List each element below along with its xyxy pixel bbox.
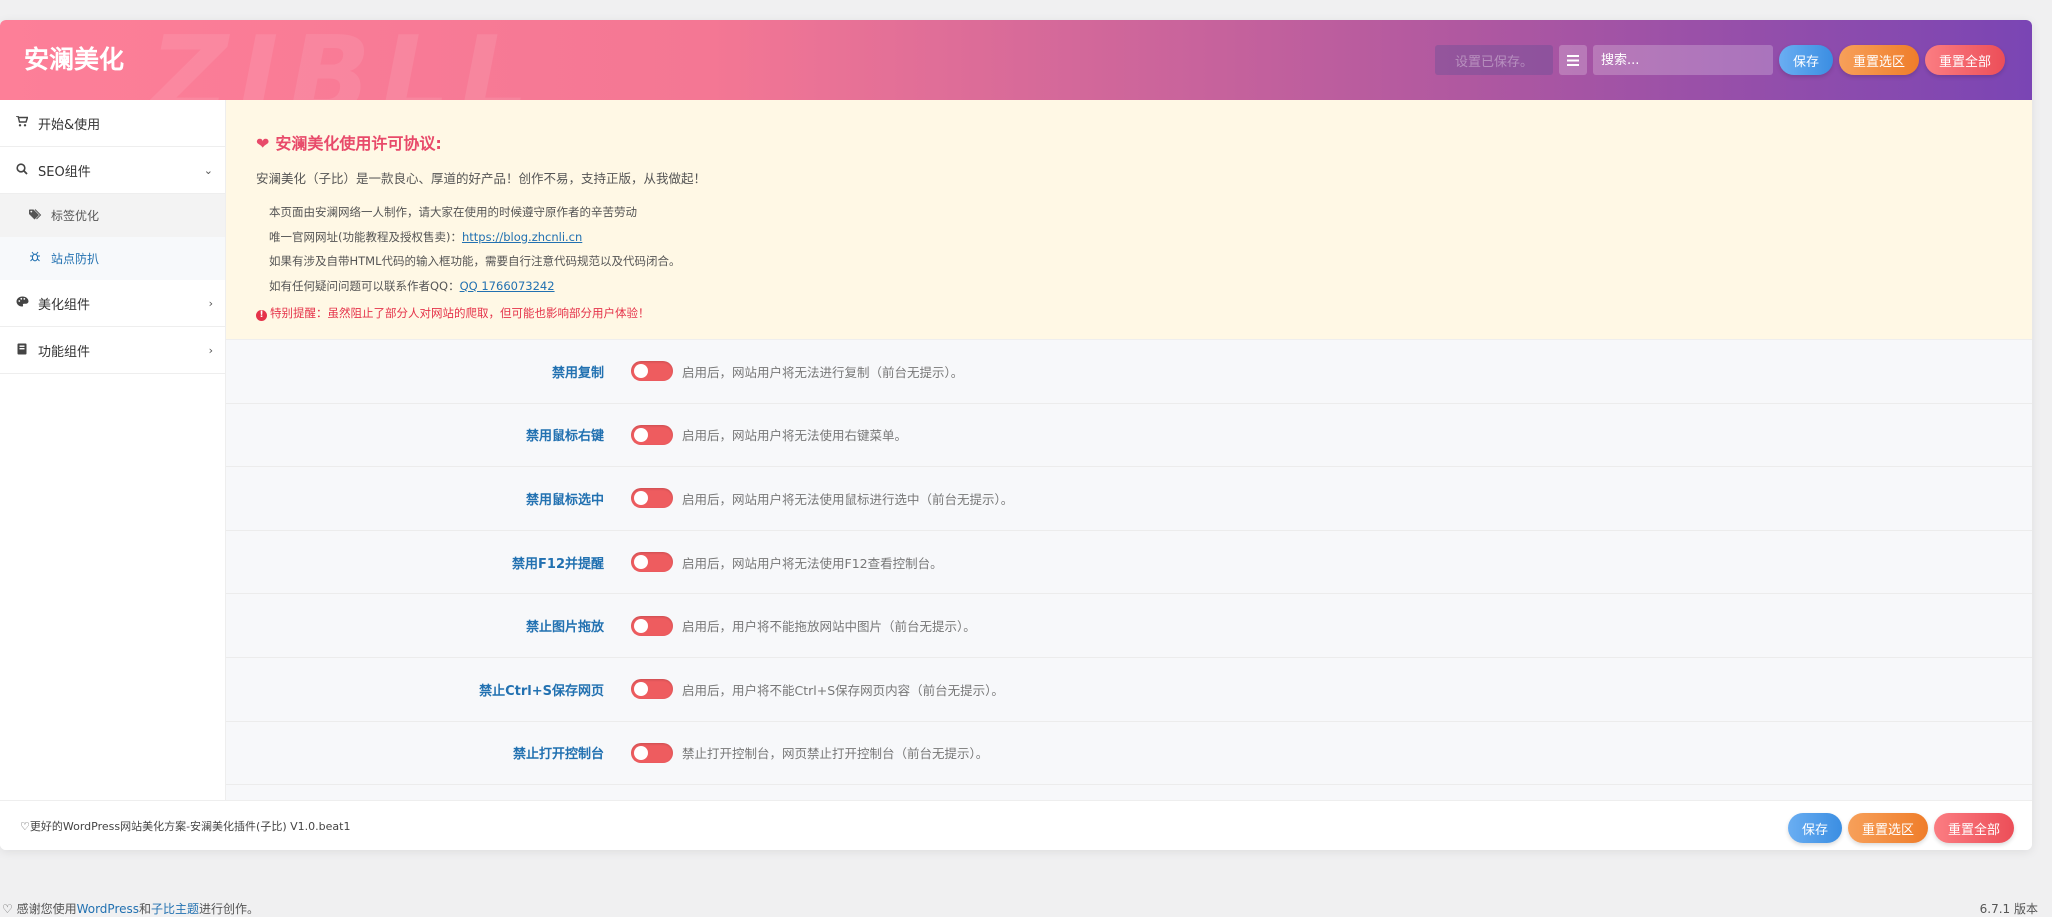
option-row: 禁用复制 启用后，网站用户将无法进行复制（前台无提示）。 <box>226 340 2032 404</box>
saved-notice: 设置已保存。 <box>1434 45 1553 75</box>
chevron-down-icon: ⌄ <box>203 163 213 177</box>
option-label: 禁用复制 <box>551 365 604 381</box>
sidebar-item-label: 站点防扒 <box>51 252 100 266</box>
exclamation-circle-icon: ! <box>256 310 267 321</box>
search-input[interactable] <box>1592 45 1773 75</box>
tags-icon <box>28 208 42 223</box>
panel-footer: ♡更好的WordPress网站美化方案-安澜美化插件(子比) V1.0.beat… <box>0 800 2032 850</box>
option-label: 禁止图片拖放 <box>525 620 604 636</box>
option-row: 禁止Ctrl+S保存网页 启用后，用户将不能Ctrl+S保存网页内容（前台无提示… <box>226 658 2032 722</box>
sidebar-item-start[interactable]: 开始&使用 <box>0 100 225 147</box>
notice-warning: ! 特别提醒：虽然阻止了部分人对网站的爬取，但可能也影响部分用户体验！ <box>256 305 650 321</box>
option-desc: 禁止打开控制台，网页禁止打开控制台（前台无提示）。 <box>682 746 989 762</box>
wp-version: 6.7.1 版本 <box>1979 902 2038 916</box>
option-row: 禁止打开控制台 禁止打开控制台，网页禁止打开控制台（前台无提示）。 <box>226 722 2032 786</box>
option-label: 禁止打开控制台 <box>512 747 604 763</box>
sidebar-item-anti-scrape[interactable]: 站点防扒 <box>0 237 225 280</box>
option-toggle[interactable] <box>631 615 673 636</box>
option-row: 禁用F12并提醒 启用后，网站用户将无法使用F12查看控制台。 <box>226 531 2032 595</box>
header-bar: ZIBLL 安澜美化 设置已保存。 保存 重置选区 重置全部 <box>0 20 2032 139</box>
author-qq-link[interactable]: QQ 1766073242 <box>460 279 555 293</box>
spider-icon <box>28 251 42 266</box>
reset-all-button[interactable]: 重置全部 <box>1924 45 2005 75</box>
notice-lead: 安澜美化（子比）是一款良心、厚道的好产品！创作不易，支持正版，从我做起！ <box>256 171 707 186</box>
option-row: 禁用鼠标右键 启用后，网站用户将无法使用右键菜单。 <box>226 404 2032 468</box>
sidebar-item-beautify[interactable]: 美化组件 › <box>0 280 225 327</box>
notice-lines: 本页面由安澜网络一人制作，请大家在使用的时候遵守原作者的辛苦劳动 唯一官网网址(… <box>269 200 681 298</box>
notice-line: 如果有涉及自带HTML代码的输入框功能，需要自行注意代码规范以及代码闭合。 <box>269 254 681 268</box>
chevron-right-icon: › <box>208 343 213 357</box>
sidebar-item-label: SEO组件 <box>38 164 91 180</box>
option-desc: 启用后，网站用户将无法使用鼠标进行选中（前台无提示）。 <box>682 491 1014 507</box>
option-label: 禁止Ctrl+S保存网页 <box>479 683 604 699</box>
sidebar-item-label: 功能组件 <box>38 344 91 360</box>
palette-icon <box>15 296 29 310</box>
sidebar-item-seo[interactable]: SEO组件 ⌄ <box>0 147 225 194</box>
option-desc: 启用后，用户将不能拖放网站中图片（前台无提示）。 <box>682 619 976 635</box>
list-icon <box>1566 54 1579 66</box>
sidebar-item-label: 开始&使用 <box>38 117 101 133</box>
option-label: 禁用鼠标选中 <box>525 492 604 508</box>
notice-line: 唯一官网网址(功能教程及授权售卖)：https://blog.zhcnli.cn <box>269 229 583 244</box>
heart-icon: ❤ <box>256 134 270 153</box>
wp-footer-credit: ♡ 感谢您使用WordPress和子比主题进行创作。 <box>2 902 260 916</box>
option-toggle[interactable] <box>631 361 673 382</box>
sidebar-item-tag-optimize[interactable]: 标签优化 <box>0 194 225 237</box>
footer-credit: ♡更好的WordPress网站美化方案-安澜美化插件(子比) V1.0.beat… <box>20 820 351 833</box>
theme-link[interactable]: 子比主题 <box>151 902 199 916</box>
cart-icon <box>15 115 29 130</box>
license-notice: ❤ 安澜美化使用许可协议: 安澜美化（子比）是一款良心、厚道的好产品！创作不易，支… <box>226 100 2032 340</box>
settings-panel: ZIBLL 安澜美化 设置已保存。 保存 重置选区 重置全部 开始&使用 <box>0 20 2032 850</box>
option-toggle[interactable] <box>631 552 673 573</box>
footer-buttons: 保存 重置选区 重置全部 <box>1787 813 2014 843</box>
main-content: ❤ 安澜美化使用许可协议: 安澜美化（子比）是一款良心、厚道的好产品！创作不易，支… <box>226 100 2032 800</box>
footer-save-button[interactable]: 保存 <box>1787 813 1842 843</box>
header-tools: 设置已保存。 保存 重置选区 重置全部 <box>1434 44 2005 76</box>
option-toggle[interactable] <box>631 424 673 445</box>
brand-title: 安澜美化 <box>24 45 125 74</box>
option-desc: 启用后，网站用户将无法使用右键菜单。 <box>682 428 908 444</box>
footer-reset-section-button[interactable]: 重置选区 <box>1847 813 1928 843</box>
chevron-right-icon: › <box>208 296 213 310</box>
option-toggle[interactable] <box>631 742 673 763</box>
option-toggle[interactable] <box>631 679 673 700</box>
search-icon <box>15 162 29 178</box>
sidebar: 开始&使用 SEO组件 ⌄ 标签优化 站点防扒 美化组件 › 功能组件 › <box>0 100 226 800</box>
save-button[interactable]: 保存 <box>1778 45 1833 75</box>
book-icon <box>15 343 29 358</box>
sidebar-item-label: 标签优化 <box>51 209 100 223</box>
option-desc: 启用后，网站用户将无法进行复制（前台无提示）。 <box>682 364 964 380</box>
official-site-link[interactable]: https://blog.zhcnli.cn <box>462 230 582 244</box>
expand-all-button[interactable] <box>1558 45 1587 75</box>
footer-reset-all-button[interactable]: 重置全部 <box>1933 813 2014 843</box>
option-desc: 启用后，用户将不能Ctrl+S保存网页内容（前台无提示）。 <box>682 682 1004 698</box>
sidebar-item-label: 美化组件 <box>38 297 91 313</box>
notice-title: ❤ 安澜美化使用许可协议: <box>256 134 442 153</box>
option-desc: 启用后，网站用户将无法使用F12查看控制台。 <box>682 555 943 571</box>
notice-line: 如有任何疑问问题可以联系作者QQ：QQ 1766073242 <box>269 278 555 293</box>
option-row: 禁止图片拖放 启用后，用户将不能拖放网站中图片（前台无提示）。 <box>226 594 2032 658</box>
sidebar-item-function[interactable]: 功能组件 › <box>0 327 225 374</box>
notice-line: 本页面由安澜网络一人制作，请大家在使用的时候遵守原作者的辛苦劳动 <box>269 205 637 219</box>
options-list: 禁用复制 启用后，网站用户将无法进行复制（前台无提示）。 禁用鼠标右键 启用后，… <box>226 340 2032 786</box>
option-row: 禁用鼠标选中 启用后，网站用户将无法使用鼠标进行选中（前台无提示）。 <box>226 467 2032 531</box>
wordpress-link[interactable]: WordPress <box>77 902 139 916</box>
option-label: 禁用F12并提醒 <box>512 556 604 572</box>
reset-section-button[interactable]: 重置选区 <box>1838 45 1919 75</box>
option-label: 禁用鼠标右键 <box>525 429 604 445</box>
option-toggle[interactable] <box>631 488 673 509</box>
